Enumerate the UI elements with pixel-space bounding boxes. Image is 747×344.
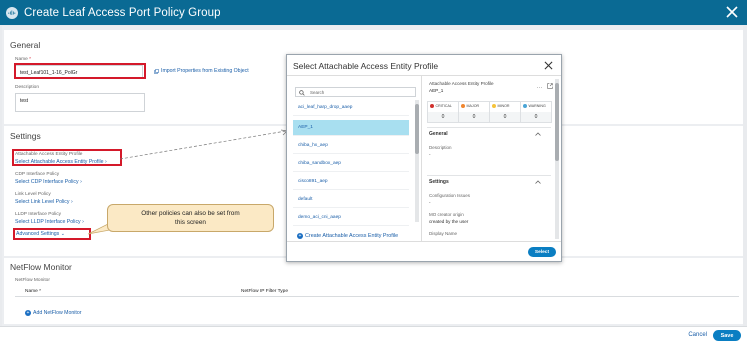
aaep-list: aci_leaf_harp_drop_aaep AEP_1 chiba_hx_a… — [293, 100, 419, 250]
search-icon — [299, 90, 305, 96]
select-link-level-link[interactable]: Select Link Level Policy › — [15, 199, 73, 205]
detail-description-value: - — [429, 152, 431, 157]
pane-divider — [421, 75, 422, 241]
add-netflow-monitor-link[interactable]: + Add NetFlow Monitor — [25, 310, 81, 316]
table-divider — [15, 296, 739, 297]
select-lldp-link[interactable]: Select LLDP Interface Policy › — [15, 219, 84, 225]
list-item[interactable]: chiba_sandbox_aep — [293, 156, 409, 172]
fault-counts: CRITICAL 0 MAJOR 0 MINOR 0 WARNING 0 — [427, 101, 555, 123]
warning-icon — [523, 104, 527, 108]
detail-settings-label: Settings — [429, 179, 449, 185]
critical-icon — [430, 104, 434, 108]
mo-creator-value: created by the user — [429, 219, 469, 224]
divider — [287, 75, 561, 76]
more-icon[interactable]: ··· — [536, 85, 542, 91]
link-level-label: Link Level Policy — [15, 192, 51, 197]
chevron-up-icon[interactable] — [535, 180, 541, 184]
close-icon[interactable] — [544, 61, 553, 70]
detail-name: AEP_1 — [429, 88, 444, 93]
settings-title: Settings — [10, 131, 41, 141]
dialog-title: Select Attachable Access Entity Profile — [293, 61, 439, 71]
netflow-section: NetFlow Monitor NetFlow Monitor Name * N… — [4, 258, 743, 324]
detail-scrollbar[interactable] — [555, 79, 559, 239]
highlight-box — [12, 149, 122, 166]
list-item[interactable]: aci_leaf_harp_drop_aaep — [293, 100, 409, 116]
chevron-up-icon[interactable] — [535, 132, 541, 136]
mo-creator-label: MO creator origin — [429, 212, 464, 217]
add-icon: + — [297, 233, 303, 239]
dashed-connector-arrow — [119, 129, 288, 160]
search-input[interactable]: Search — [295, 87, 416, 97]
netflow-title: NetFlow Monitor — [10, 262, 72, 272]
import-properties-link[interactable]: Import Properties from Existing Object — [154, 68, 249, 74]
column-filter-type: NetFlow IP Filter Type — [241, 289, 289, 294]
cdp-label: CDP Interface Policy — [15, 172, 60, 177]
copy-icon — [154, 68, 159, 74]
minor-icon — [492, 104, 496, 108]
search-placeholder: Search — [310, 90, 325, 95]
detail-title: Attachable Access Entity Profile — [429, 81, 494, 86]
page-title: Create Leaf Access Port Policy Group — [24, 6, 221, 19]
description-field[interactable]: test — [15, 93, 145, 112]
fault-critical: CRITICAL 0 — [427, 101, 459, 123]
fault-minor: MINOR 0 — [489, 101, 521, 123]
save-button[interactable]: Save — [713, 330, 741, 341]
netflow-sub-label: NetFlow Monitor — [15, 278, 50, 283]
footer-bar: Cancel Save — [0, 326, 747, 344]
list-scrollbar[interactable] — [415, 100, 419, 222]
scrollbar-thumb[interactable] — [415, 104, 419, 154]
detail-general-label: General — [429, 131, 448, 137]
select-cdp-link[interactable]: Select CDP Interface Policy › — [15, 179, 82, 185]
select-aaep-dialog: Select Attachable Access Entity Profile … — [286, 54, 562, 262]
window-header: Create Leaf Access Port Policy Group — [0, 0, 747, 25]
cancel-button[interactable]: Cancel — [688, 332, 707, 338]
open-external-icon[interactable] — [547, 83, 553, 89]
fault-major: MAJOR 0 — [458, 101, 490, 123]
config-issues-label: Configuration Issues — [429, 193, 471, 198]
major-icon — [461, 104, 465, 108]
lldp-label: LLDP Interface Policy — [15, 212, 62, 217]
description-label: Description — [15, 85, 39, 90]
detail-actions: ··· — [536, 83, 553, 91]
list-item-selected[interactable]: AEP_1 — [293, 120, 409, 136]
callout-annotation: Other policies can also be set from this… — [107, 204, 274, 232]
display-name-label: Display Name — [429, 231, 458, 236]
detail-description-label: Description — [429, 145, 452, 150]
divider — [427, 127, 551, 128]
add-icon: + — [25, 310, 31, 316]
select-button[interactable]: Select — [528, 247, 556, 257]
divider — [427, 175, 551, 176]
highlight-box — [14, 63, 146, 79]
name-label: Name * — [15, 57, 32, 62]
fault-warning: WARNING 0 — [520, 101, 552, 123]
column-name: Name * — [25, 289, 41, 294]
list-item[interactable]: demo_aci_cni_aaep — [293, 210, 409, 226]
config-issues-value: - — [429, 200, 431, 205]
create-aaep-link[interactable]: + Create Attachable Access Entity Profil… — [297, 233, 398, 239]
scrollbar-thumb[interactable] — [555, 83, 559, 161]
detail-pane: Attachable Access Entity Profile AEP_1 ·… — [425, 77, 555, 237]
list-item[interactable]: default — [293, 192, 409, 208]
cisco-logo-icon — [6, 6, 18, 19]
highlight-box — [13, 228, 91, 240]
divider — [287, 241, 561, 242]
list-item[interactable]: chiba_hx_aep — [293, 138, 409, 154]
close-icon[interactable] — [725, 5, 739, 19]
list-item[interactable]: cisco891_aep — [293, 174, 409, 190]
general-title: General — [10, 40, 41, 50]
